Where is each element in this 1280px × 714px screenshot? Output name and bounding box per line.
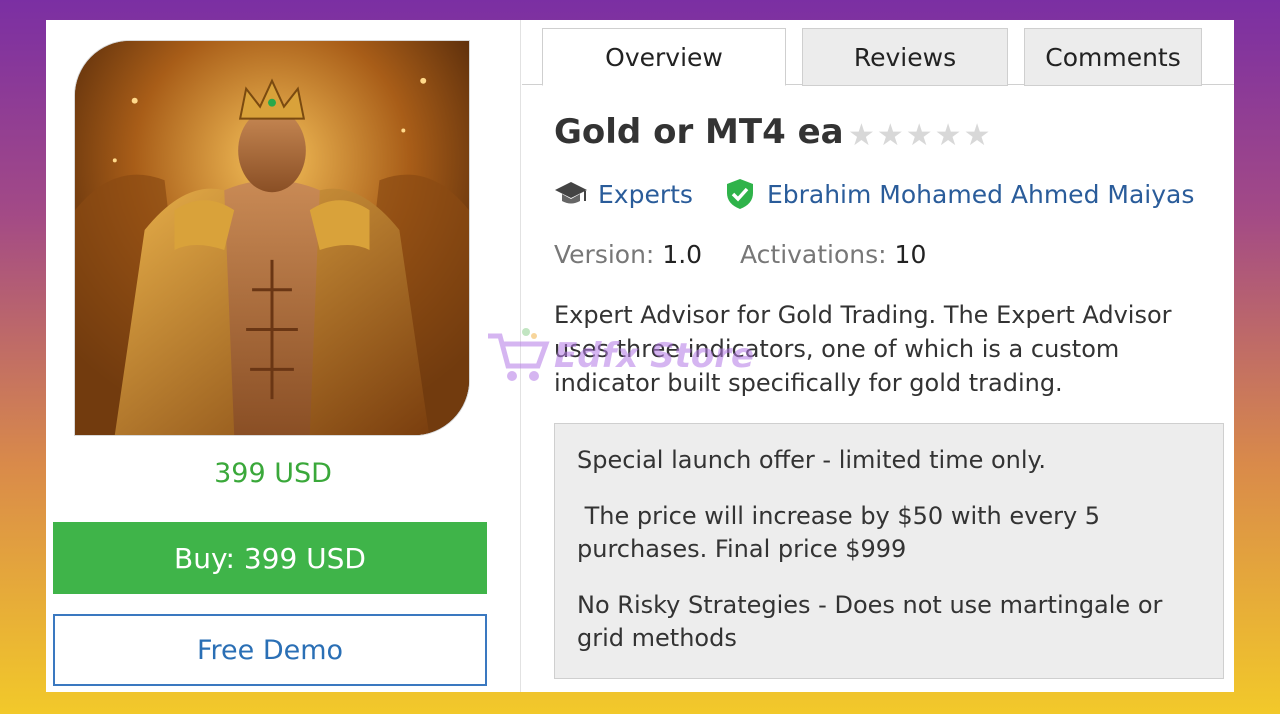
offer-line: The price will increase by $50 with ever…: [577, 502, 1108, 563]
offer-line: No Risky Strategies - Does not use marti…: [577, 591, 1163, 652]
product-meta: Experts Ebrahim Mohamed Ahmed Maiyas: [554, 176, 1194, 212]
category-link[interactable]: Experts: [598, 180, 693, 209]
activations-value: 10: [894, 240, 927, 269]
tab-reviews[interactable]: Reviews: [802, 28, 1008, 86]
offer-box: Special launch offer - limited time only…: [554, 423, 1224, 679]
verified-shield-icon: [723, 177, 757, 211]
product-card: 399 USD Buy: 399 USD Free Demo Overview …: [46, 20, 1234, 692]
offer-line: Special launch offer - limited time only…: [577, 446, 1046, 474]
buy-button[interactable]: Buy: 399 USD: [53, 522, 487, 594]
author-link[interactable]: Ebrahim Mohamed Ahmed Maiyas: [767, 180, 1194, 209]
column-divider: [520, 20, 521, 692]
free-demo-button[interactable]: Free Demo: [53, 614, 487, 686]
product-price: 399 USD: [214, 458, 332, 489]
product-sidebar: 399 USD Buy: 399 USD Free Demo: [46, 20, 520, 692]
tab-comments[interactable]: Comments: [1024, 28, 1202, 86]
product-description: Expert Advisor for Gold Trading. The Exp…: [554, 301, 1172, 397]
version-value: 1.0: [662, 240, 703, 269]
version-row: Version: 1.0 Activations: 10: [554, 240, 926, 269]
version-label: Version:: [554, 240, 655, 269]
graduation-cap-icon: [554, 177, 588, 211]
tab-overview[interactable]: Overview: [542, 28, 786, 86]
tab-bar: Overview Reviews Comments: [542, 28, 1234, 86]
product-title: Gold or MT4 ea: [554, 112, 844, 152]
rating-stars[interactable]: ★★★★★: [848, 118, 992, 153]
product-image: [74, 40, 470, 436]
activations-label: Activations:: [739, 240, 887, 269]
